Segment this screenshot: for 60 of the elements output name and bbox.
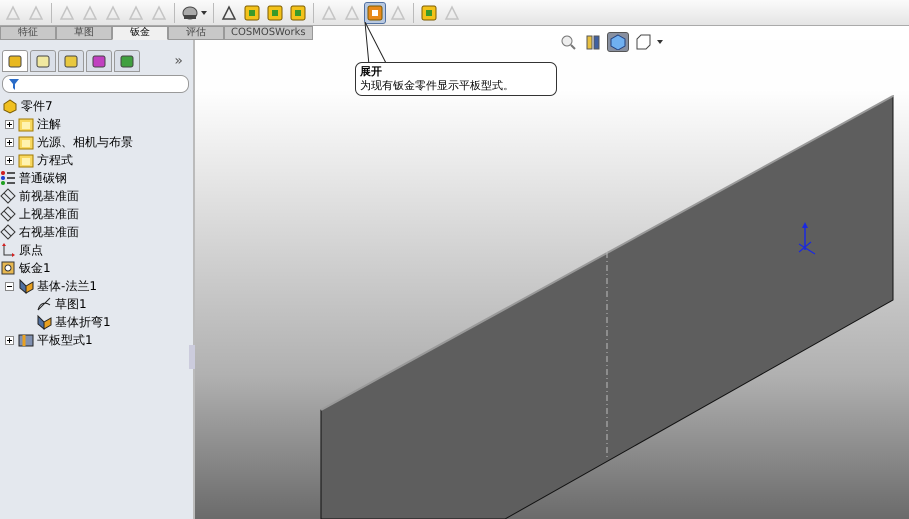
command-tab[interactable]: 评估 [168,26,224,40]
view-icon [635,34,651,50]
filter-icon [9,78,19,90]
expand-button[interactable] [4,118,15,130]
feature-icon [0,188,16,204]
view-button[interactable] [607,32,629,52]
feature-icon [0,170,16,186]
tree-item[interactable]: 注解 [37,116,61,132]
tree-item[interactable]: 基体-法兰1 [37,278,97,294]
feature-icon [0,206,16,222]
filter-field[interactable] [2,75,189,93]
tree-item[interactable]: 原点 [19,242,43,258]
panel-tab[interactable] [86,50,112,72]
tree-item[interactable]: 右视基准面 [19,224,79,240]
axis-triad-icon [798,222,816,254]
tooltip-text: 为现有钣金零件显示平板型式。 [360,79,515,93]
tree-item[interactable]: 光源、相机与布景 [37,134,133,150]
feature-icon [36,314,52,330]
folder-icon [18,152,34,168]
command-tab[interactable]: 草图 [56,26,112,40]
feature-icon [0,260,16,276]
panel-tab[interactable] [114,50,140,72]
more-tabs-button[interactable]: » [168,52,189,70]
panel-icon [119,53,135,69]
tree-item[interactable]: 方程式 [37,152,73,168]
view-icon [560,34,576,50]
panel-tab[interactable] [2,50,28,72]
feature-icon [36,296,52,312]
expand-button[interactable] [4,334,15,346]
folder-icon [18,134,34,150]
feature-icon [18,278,34,294]
command-tab[interactable]: COSMOSWorks [224,26,313,40]
feature-icon [18,332,34,348]
tree-item[interactable]: 钣金1 [19,260,51,276]
tree-item[interactable]: 草图1 [55,296,87,312]
panel-icon [63,53,79,69]
expand-button[interactable] [4,154,15,166]
feature-icon [2,98,18,114]
view-icon [610,34,626,50]
expand-button[interactable] [4,136,15,148]
tree-item[interactable]: 基体折弯1 [55,314,111,330]
tooltip-title: 展开 [360,65,383,79]
tree-item[interactable]: 前视基准面 [19,188,79,204]
panel-icon [91,53,107,69]
caret-icon [201,10,207,14]
command-tab[interactable]: 钣金 [112,26,168,40]
panel-icon [7,53,23,69]
folder-icon [18,116,34,132]
tree-item[interactable]: 零件7 [21,98,53,114]
tree-item[interactable]: 平板型式1 [37,332,93,348]
panel-tab[interactable] [58,50,84,72]
panel-tab[interactable] [30,50,56,72]
tree-item[interactable]: 上视基准面 [19,206,79,222]
panel-icon [35,53,51,69]
feature-icon [0,242,16,258]
collapse-button[interactable] [4,280,15,292]
command-tab[interactable]: 特征 [0,26,56,40]
tree-item[interactable]: 普通碳钢 [19,170,67,186]
feature-icon [0,224,16,240]
view-icon [585,34,601,50]
